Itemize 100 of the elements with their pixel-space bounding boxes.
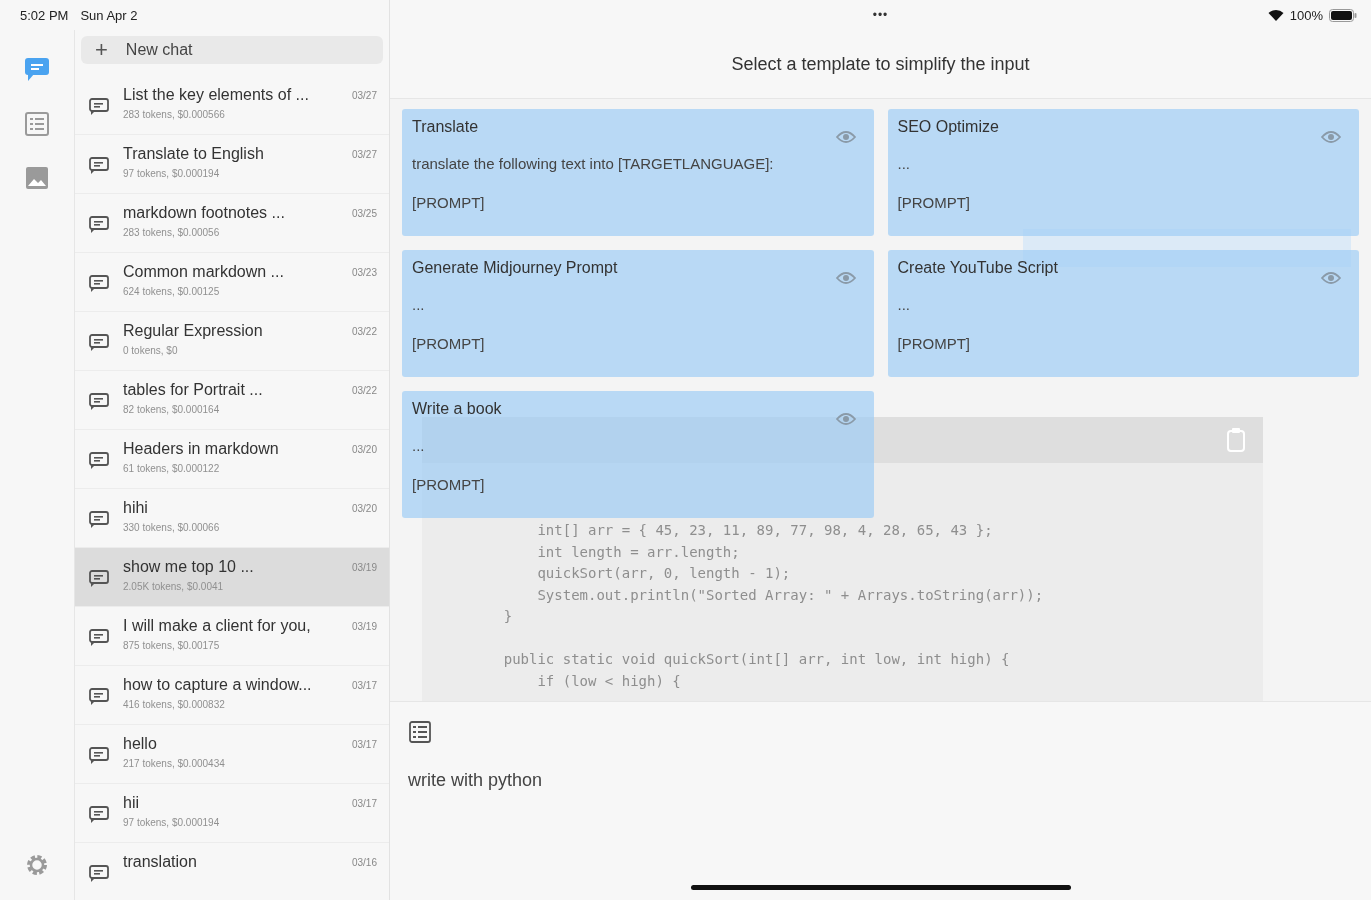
template-text: ... — [412, 295, 426, 315]
chat-date: 03/17 — [351, 798, 377, 809]
chat-item[interactable]: I will make a client for you, 875 tokens, $0.00175 03/19 — [75, 607, 389, 666]
eye-icon[interactable] — [835, 412, 856, 426]
chat-date: 03/22 — [351, 385, 377, 396]
header-title: Select a template to simplify the input — [731, 53, 1030, 75]
wifi-icon — [1267, 9, 1284, 21]
chat-date: 03/16 — [351, 857, 377, 868]
template-placeholder: [PROMPT] — [897, 334, 971, 354]
chat-title: hii — [123, 794, 140, 812]
chat-date: 03/23 — [351, 267, 377, 278]
chat-usage: 217 tokens, $0.000434 — [123, 758, 226, 769]
chat-title: I will make a client for you, — [123, 617, 312, 635]
template-card[interactable]: Generate Midjourney Prompt ... [PROMPT] — [402, 250, 874, 377]
template-card[interactable]: Translate translate the following text into [TARGETLANGUAGE]: [PROMPT] — [402, 109, 874, 236]
chat-date: 03/19 — [351, 562, 377, 573]
chat-item[interactable]: hello 217 tokens, $0.000434 03/17 — [75, 725, 389, 784]
chat-date: 03/22 — [351, 326, 377, 337]
copy-icon[interactable] — [1225, 427, 1247, 453]
chat-item[interactable]: translation 03/16 — [75, 843, 389, 900]
chat-date: 03/20 — [351, 444, 377, 455]
chat-icon — [89, 214, 109, 234]
code-line: } — [502, 607, 514, 626]
chat-usage: 283 tokens, $0.000566 — [123, 109, 226, 120]
code-line: public static void quickSort(int[] arr, int low, int high) { — [502, 650, 1011, 669]
chat-usage: 97 tokens, $0.000194 — [123, 168, 221, 179]
chat-date: 03/27 — [351, 149, 377, 160]
template-name: SEO Optimize — [897, 118, 999, 136]
chat-date: 03/17 — [351, 739, 377, 750]
chat-title: tables for Portrait ... — [123, 381, 264, 399]
chat-title: List the key elements of ... — [123, 86, 310, 104]
template-placeholder: [PROMPT] — [412, 475, 486, 495]
template-card[interactable]: Create YouTube Script ... [PROMPT] — [887, 250, 1359, 377]
chat-usage: 2.05K tokens, $0.0041 — [123, 581, 225, 592]
chat-icon — [89, 332, 109, 352]
chat-icon — [89, 686, 109, 706]
chat-icon — [89, 745, 109, 765]
chat-item[interactable]: List the key elements of ... 283 tokens, $0.000566 03/27 — [75, 76, 389, 135]
template-card[interactable]: Write a book ... [PROMPT] — [402, 391, 874, 518]
template-text: ... — [897, 295, 911, 315]
chat-icon — [89, 273, 109, 293]
chat-title: Headers in markdown — [123, 440, 280, 458]
chat-title: how to capture a window... — [123, 676, 313, 694]
chat-icon — [89, 804, 109, 824]
template-name: Generate Midjourney Prompt — [412, 259, 618, 277]
chat-usage: 82 tokens, $0.000164 — [123, 404, 221, 415]
code-line: System.out.println("Sorted Array: " + Arrays.toString(arr)); — [536, 585, 1045, 605]
chat-item[interactable]: Headers in markdown 61 tokens, $0.000122 03/20 — [75, 430, 389, 489]
settings-icon[interactable] — [24, 852, 50, 878]
chat-title: translation — [123, 853, 198, 871]
chat-item[interactable]: Regular Expression 0 tokens, $0 03/22 — [75, 312, 389, 371]
chat-date: 03/27 — [351, 90, 377, 101]
chat-icon — [89, 96, 109, 116]
eye-icon[interactable] — [835, 130, 856, 144]
chat-usage: 0 tokens, $0 — [123, 345, 179, 356]
chat-title: Common markdown ... — [123, 263, 285, 281]
chat-usage: 283 tokens, $0.00056 — [123, 227, 221, 238]
template-name: Write a book — [412, 400, 502, 418]
chat-icon — [89, 627, 109, 647]
template-icon[interactable] — [408, 720, 432, 744]
template-name: Translate — [412, 118, 479, 136]
status-time: 5:02 PM — [20, 7, 69, 23]
template-text: ... — [412, 436, 426, 456]
eye-icon[interactable] — [835, 271, 856, 285]
chat-item[interactable]: show me top 10 ... 2.05K tokens, $0.0041 03/19 — [75, 548, 389, 607]
chat-icon — [89, 568, 109, 588]
template-placeholder: [PROMPT] — [897, 193, 971, 213]
chat-item[interactable]: tables for Portrait ... 82 tokens, $0.000164 03/22 — [75, 371, 389, 430]
chat-icon — [89, 509, 109, 529]
chat-item[interactable]: Translate to English 97 tokens, $0.000194 03/27 — [75, 135, 389, 194]
eye-icon[interactable] — [1321, 271, 1341, 285]
code-line: quickSort(arr, 0, length - 1); — [536, 564, 792, 583]
new-chat-button[interactable]: + New chat — [81, 36, 383, 64]
battery-icon — [1329, 8, 1357, 22]
code-line: if (low < high) { — [536, 671, 682, 691]
chat-usage: 97 tokens, $0.000194 — [123, 817, 221, 828]
chat-date: 03/25 — [351, 208, 377, 219]
chat-item[interactable]: how to capture a window... 416 tokens, $0.000832 03/17 — [75, 666, 389, 725]
message-input[interactable]: write with python — [408, 770, 908, 791]
battery-percent: 100% — [1289, 7, 1323, 23]
template-text: translate the following text into [TARGETLANGUAGE]: — [412, 154, 775, 174]
template-card[interactable]: SEO Optimize ... [PROMPT] — [887, 109, 1359, 236]
more-dots[interactable]: ••• — [872, 8, 889, 22]
chat-date: 03/17 — [351, 680, 377, 691]
chat-date: 03/19 — [351, 621, 377, 632]
chat-usage: 61 tokens, $0.000122 — [123, 463, 221, 474]
code-line: int[] arr = { 45, 23, 11, 89, 77, 98, 4, 28, 65, 43 }; — [536, 521, 994, 540]
chat-icon — [89, 155, 109, 175]
chat-item[interactable]: markdown footnotes ... 283 tokens, $0.00056 03/25 — [75, 194, 389, 253]
chat-title: Regular Expression — [123, 322, 264, 340]
eye-icon[interactable] — [1321, 130, 1341, 144]
template-placeholder: [PROMPT] — [412, 334, 486, 354]
chat-title: show me top 10 ... — [123, 558, 255, 576]
status-date: Sun Apr 2 — [80, 7, 138, 23]
chat-title: hihi — [123, 499, 149, 517]
chat-title: Translate to English — [123, 145, 265, 163]
chat-icon — [89, 863, 109, 883]
chat-item[interactable]: Common markdown ... 624 tokens, $0.00125 03/23 — [75, 253, 389, 312]
template-name: Create YouTube Script — [897, 259, 1058, 277]
chat-item[interactable]: hii 97 tokens, $0.000194 03/17 — [75, 784, 389, 843]
